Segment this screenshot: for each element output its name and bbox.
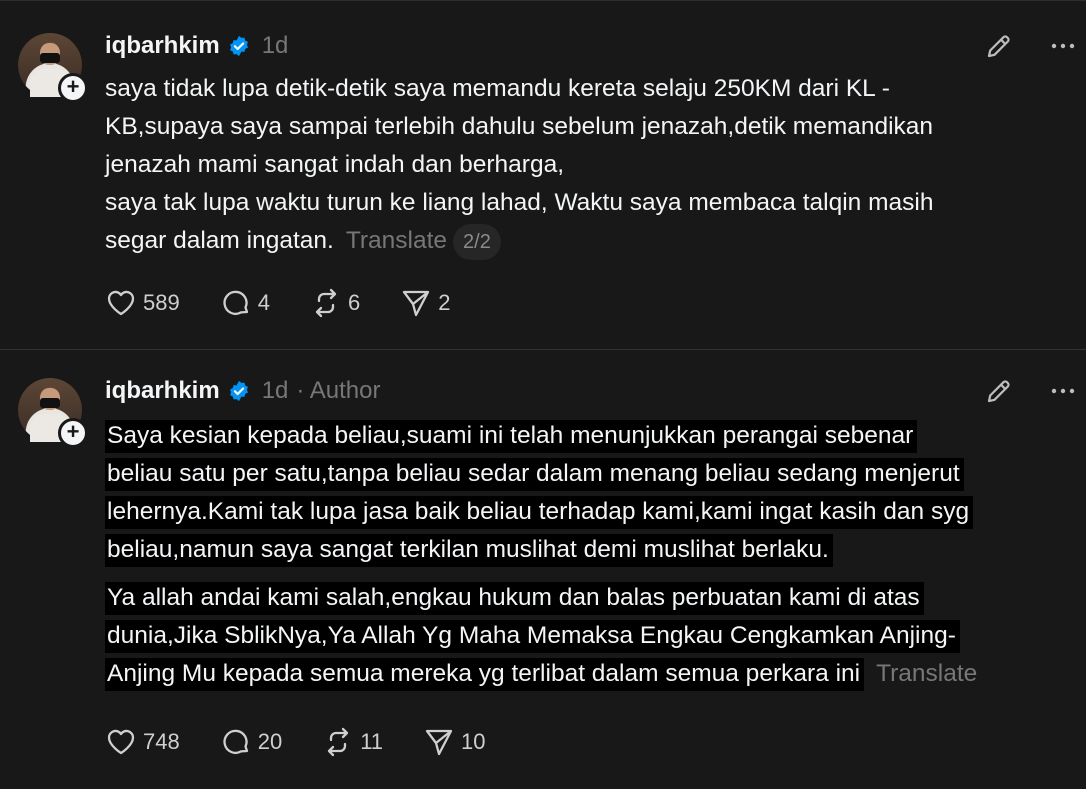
highlighted-text: Anjing Mu kepada semua mereka yg terliba… — [105, 658, 865, 691]
username[interactable]: iqbarhkim — [105, 32, 220, 60]
avatar[interactable]: + — [18, 33, 88, 103]
repost-button[interactable]: 6 — [310, 287, 360, 319]
post-body: saya tidak lupa detik-detik saya memandu… — [105, 70, 1045, 260]
send-icon — [403, 290, 430, 317]
highlighted-text: dunia,Jika SblikNya,Ya Allah Yg Maha Mem… — [105, 620, 960, 653]
highlighted-text: Saya kesian kepada beliau,suami ini tela… — [105, 420, 918, 453]
follow-plus-icon[interactable]: + — [58, 418, 88, 448]
comment-icon — [223, 290, 248, 315]
more-dots-icon[interactable] — [1048, 31, 1078, 61]
text-line: saya tidak lupa detik-detik saya memandu… — [105, 75, 890, 102]
more-dots-icon[interactable] — [1048, 376, 1078, 406]
share-count: 10 — [461, 729, 486, 754]
text-line: beliau,namun saya sangat terkilan muslih… — [105, 531, 1080, 569]
comment-icon — [223, 729, 248, 754]
paragraph-2: Ya allah andai kami salah,engkau hukum d… — [105, 579, 1080, 693]
username[interactable]: iqbarhkim — [105, 377, 220, 405]
translate-link[interactable]: Translate — [876, 660, 977, 687]
heart-icon — [107, 290, 135, 316]
share-button[interactable]: 10 — [423, 726, 486, 758]
send-icon — [425, 729, 453, 756]
thread-post-1: + iqbarhkim 1d saya tidak lupa detik-det… — [0, 0, 1086, 350]
translate-link[interactable]: Translate — [346, 227, 447, 254]
text-line: Ya allah andai kami salah,engkau hukum d… — [105, 579, 1080, 617]
text-line-last: segar dalam ingatan. — [105, 227, 334, 254]
verified-badge-icon — [229, 35, 248, 57]
repost-count: 11 — [360, 729, 384, 754]
text-line: Anjing Mu kepada semua mereka yg terliba… — [105, 655, 1080, 693]
reply-count: 20 — [257, 729, 283, 754]
verified-badge-icon — [229, 380, 248, 402]
repost-count: 6 — [347, 290, 361, 315]
repost-button[interactable]: 11 — [322, 726, 383, 758]
thread-post-2: + iqbarhkim 1d · Author Saya kesian kepa… — [0, 349, 1086, 789]
text-line: segar dalam ingatan. Translate 2/2 — [105, 222, 1045, 260]
reply-count: 4 — [257, 290, 270, 315]
heart-icon — [107, 729, 135, 755]
repost-icon — [315, 288, 337, 318]
repost-icon — [328, 727, 349, 757]
reply-button[interactable]: 20 — [220, 726, 282, 758]
highlighted-text: lehernya.Kami tak lupa jasa baik beliau … — [105, 496, 974, 529]
text-line: dunia,Jika SblikNya,Ya Allah Yg Maha Mem… — [105, 617, 1080, 655]
pencil-icon[interactable] — [984, 31, 1014, 61]
action-bar: 589 4 6 2 — [105, 287, 490, 319]
like-button[interactable]: 748 — [105, 726, 180, 758]
highlighted-text: beliau,namun saya sangat terkilan muslih… — [105, 534, 833, 567]
author-tag: · Author — [296, 377, 381, 404]
like-count: 748 — [143, 729, 180, 754]
reply-button[interactable]: 4 — [220, 287, 270, 319]
text-line: Saya kesian kepada beliau,suami ini tela… — [105, 417, 1080, 455]
post-time[interactable]: 1d — [262, 377, 289, 405]
share-button[interactable]: 2 — [400, 287, 450, 319]
paragraph-1: Saya kesian kepada beliau,suami ini tela… — [105, 417, 1080, 569]
text-line: saya tak lupa waktu turun ke liang lahad… — [105, 189, 934, 216]
follow-plus-icon[interactable]: + — [58, 73, 88, 103]
post-time[interactable]: 1d — [262, 32, 289, 60]
post-body: Saya kesian kepada beliau,suami ini tela… — [105, 417, 1080, 693]
share-count: 2 — [438, 290, 451, 315]
avatar[interactable]: + — [18, 378, 88, 448]
highlighted-text: Ya allah andai kami salah,engkau hukum d… — [105, 582, 924, 615]
page-indicator: 2/2 — [453, 223, 501, 260]
pencil-icon[interactable] — [984, 376, 1014, 406]
action-bar: 748 20 11 10 — [105, 726, 526, 758]
like-count: 589 — [143, 290, 180, 315]
post-header: iqbarhkim 1d — [105, 31, 288, 61]
text-line: KB,supaya saya sampai terlebih dahulu se… — [105, 113, 934, 140]
highlighted-text: beliau satu per satu,tanpa beliau sedar … — [105, 458, 964, 491]
text-line: jenazah mami sangat indah dan berharga, — [105, 151, 565, 178]
text-line: lehernya.Kami tak lupa jasa baik beliau … — [105, 493, 1080, 531]
text-line: beliau satu per satu,tanpa beliau sedar … — [105, 455, 1080, 493]
like-button[interactable]: 589 — [105, 287, 180, 319]
post-header: iqbarhkim 1d · Author — [105, 376, 380, 406]
